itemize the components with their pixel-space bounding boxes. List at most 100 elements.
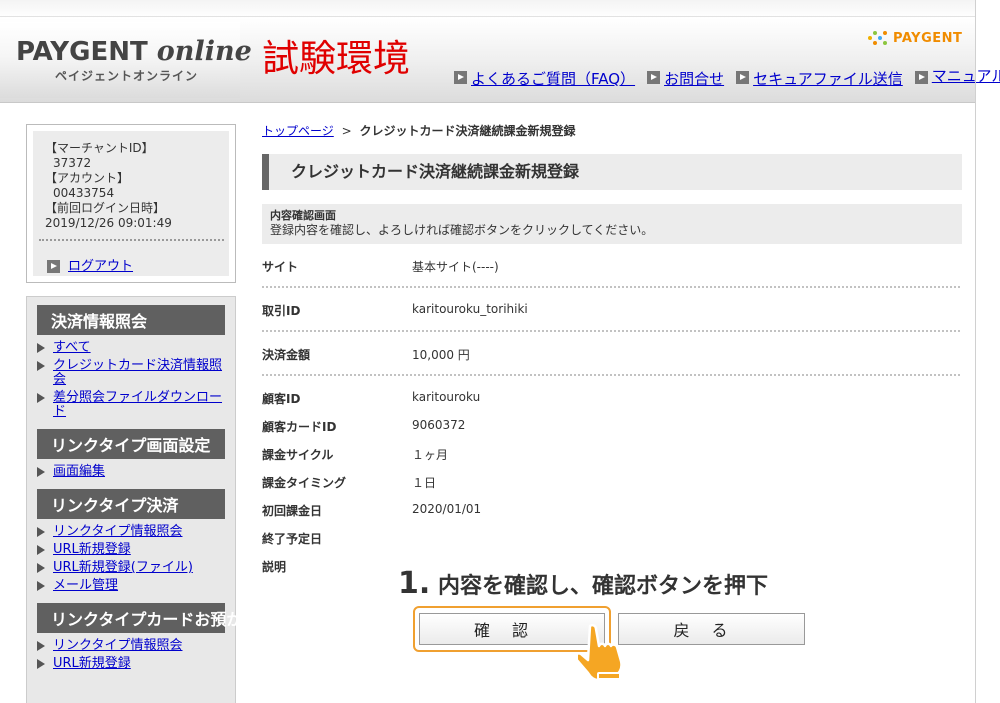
- last-login-value: 2019/12/26 09:01:49: [45, 216, 172, 230]
- field-value: 2020/01/01: [412, 502, 482, 516]
- field-divider: [262, 286, 960, 288]
- sidebar-item-label[interactable]: メール管理: [53, 579, 118, 593]
- sidebar-item-label[interactable]: クレジットカード決済情報照会: [53, 359, 225, 387]
- field-value: 基本サイト(----): [412, 260, 499, 274]
- sidebar-item-card-url[interactable]: URL新規登録: [37, 657, 225, 671]
- nav-faq[interactable]: よくあるご質問（FAQ）: [454, 68, 635, 89]
- triangle-right-icon: [37, 343, 45, 353]
- field-label: 初回課金日: [262, 504, 323, 518]
- field-label: 終了予定日: [262, 532, 323, 546]
- field-label: 決済金額: [262, 348, 311, 362]
- menu-heading: 決済情報照会: [37, 305, 225, 335]
- sidebar-item-link-info[interactable]: リンクタイプ情報照会: [37, 525, 225, 539]
- sidebar-item-diff-download[interactable]: 差分照会ファイルダウンロード: [37, 391, 225, 419]
- breadcrumb: トップページ > クレジットカード決済継続課金新規登録: [262, 122, 576, 139]
- sidebar-item-label[interactable]: 画面編集: [53, 465, 105, 479]
- merchant-id-value: 37372: [53, 156, 92, 170]
- logo-main-text: PAYGENT: [16, 37, 148, 67]
- nav-secure-file[interactable]: セキュアファイル送信: [736, 68, 903, 89]
- step-number: 1.: [398, 566, 431, 601]
- sidebar-item-mail[interactable]: メール管理: [37, 579, 225, 593]
- nav-manual[interactable]: マニュアル: [914, 68, 1000, 89]
- menu-group-link-screen: リンクタイプ画面設定 画面編集: [37, 429, 225, 479]
- triangle-right-icon: [37, 393, 45, 403]
- triangle-right-icon: [37, 641, 45, 651]
- field-value: １ヶ月: [412, 448, 449, 462]
- sidebar-item-url-register-file[interactable]: URL新規登録(ファイル): [37, 561, 225, 575]
- sidebar-item-credit-info[interactable]: クレジットカード決済情報照会: [37, 359, 225, 387]
- field-label: 取引ID: [262, 304, 301, 318]
- field-label: 説明: [262, 560, 287, 574]
- logout-link[interactable]: ログアウト: [68, 255, 133, 274]
- field-label: 課金サイクル: [262, 448, 334, 462]
- sidebar-item-card-info[interactable]: リンクタイプ情報照会: [37, 639, 225, 653]
- merchant-id-label: 【マーチャントID】: [45, 141, 154, 155]
- triangle-right-icon: [37, 581, 45, 591]
- confirm-notice-title: 内容確認画面: [270, 209, 336, 222]
- menu-heading: リンクタイプカードお預かり: [37, 603, 258, 633]
- play-icon: [914, 71, 928, 84]
- field-label: 課金タイミング: [262, 476, 347, 490]
- sidebar-item-url-register[interactable]: URL新規登録: [37, 543, 225, 557]
- logo-online-text: online: [156, 36, 252, 67]
- field-label: 顧客ID: [262, 392, 301, 406]
- account-value: 00433754: [53, 186, 115, 200]
- sidebar-item-all[interactable]: すべて: [37, 341, 225, 355]
- triangle-right-icon: [37, 527, 45, 537]
- field-label: 顧客カードID: [262, 420, 337, 434]
- sidebar-item-label[interactable]: URL新規登録: [53, 543, 131, 557]
- triangle-right-icon: [37, 545, 45, 555]
- sidebar-item-label[interactable]: リンクタイプ情報照会: [53, 525, 182, 539]
- breadcrumb-top-link[interactable]: トップページ: [262, 124, 334, 138]
- field-divider: [262, 330, 960, 332]
- menu-heading: リンクタイプ画面設定: [37, 429, 225, 459]
- triangle-right-icon: [37, 361, 45, 371]
- top-navigation: よくあるご質問（FAQ） お問合せ セキュアファイル送信 マニュアル: [454, 68, 1000, 89]
- nav-faq-link[interactable]: よくあるご質問（FAQ）: [471, 68, 635, 89]
- sidebar-item-label[interactable]: 差分照会ファイルダウンロード: [53, 391, 225, 419]
- triangle-right-icon: [37, 563, 45, 573]
- sidebar-menu: 決済情報照会 すべて クレジットカード決済情報照会 差分照会ファイルダウンロード…: [26, 296, 258, 703]
- back-button[interactable]: 戻る: [618, 613, 805, 645]
- account-label: 【アカウント】: [45, 171, 130, 185]
- step-text: 内容を確認し、確認ボタンを押下: [437, 574, 768, 599]
- nav-contact[interactable]: お問合せ: [647, 68, 724, 89]
- breadcrumb-separator: >: [341, 124, 352, 138]
- field-value: 10,000 円: [412, 348, 470, 362]
- logo-text: PAYGENT online: [16, 36, 252, 67]
- login-info-panel: 【マーチャントID】 37372 【アカウント】 00433754 【前回ログイ…: [26, 124, 236, 283]
- login-divider: [39, 239, 224, 241]
- field-value: １日: [412, 476, 437, 490]
- header-divider: [0, 16, 975, 17]
- nav-contact-link[interactable]: お問合せ: [664, 68, 724, 89]
- sidebar-item-label[interactable]: URL新規登録(ファイル): [53, 561, 193, 575]
- sidebar-item-screen-edit[interactable]: 画面編集: [37, 465, 225, 479]
- logo[interactable]: PAYGENT online ペイジェントオンライン: [0, 22, 252, 98]
- field-value: karitouroku: [412, 390, 481, 404]
- last-login-label: 【前回ログイン日時】: [45, 201, 166, 215]
- step-annotation: 1. 内容を確認し、確認ボタンを押下: [398, 566, 768, 601]
- brand-text: PAYGENT: [893, 30, 963, 46]
- play-icon: [454, 71, 467, 84]
- sidebar-item-label[interactable]: すべて: [53, 341, 91, 355]
- field-value: karitouroku_torihiki: [412, 302, 528, 316]
- brand-logo: PAYGENT: [868, 28, 962, 48]
- sidebar-item-label[interactable]: リンクタイプ情報照会: [53, 639, 182, 653]
- play-icon: [736, 71, 750, 84]
- hand-pointer-icon: [578, 624, 623, 680]
- confirm-notice: 内容確認画面 登録内容を確認し、よろしければ確認ボタンをクリックしてください。: [262, 204, 962, 244]
- triangle-right-icon: [37, 467, 45, 477]
- nav-manual-link[interactable]: マニュアル: [932, 68, 1000, 84]
- nav-secure-file-link[interactable]: セキュアファイル送信: [753, 68, 903, 89]
- environment-title: 試験環境: [262, 37, 410, 80]
- menu-heading: リンクタイプ決済: [37, 489, 225, 519]
- brand-dots-icon: [868, 28, 888, 48]
- sidebar-item-label[interactable]: URL新規登録: [53, 657, 131, 671]
- field-divider: [262, 374, 960, 376]
- logout[interactable]: ログアウト: [47, 255, 133, 274]
- logo-subtext: ペイジェントオンライン: [55, 69, 199, 83]
- page-right-border: [975, 0, 976, 703]
- play-icon: [647, 71, 661, 84]
- field-value: 9060372: [412, 418, 466, 432]
- confirm-notice-description: 登録内容を確認し、よろしければ確認ボタンをクリックしてください。: [270, 223, 654, 237]
